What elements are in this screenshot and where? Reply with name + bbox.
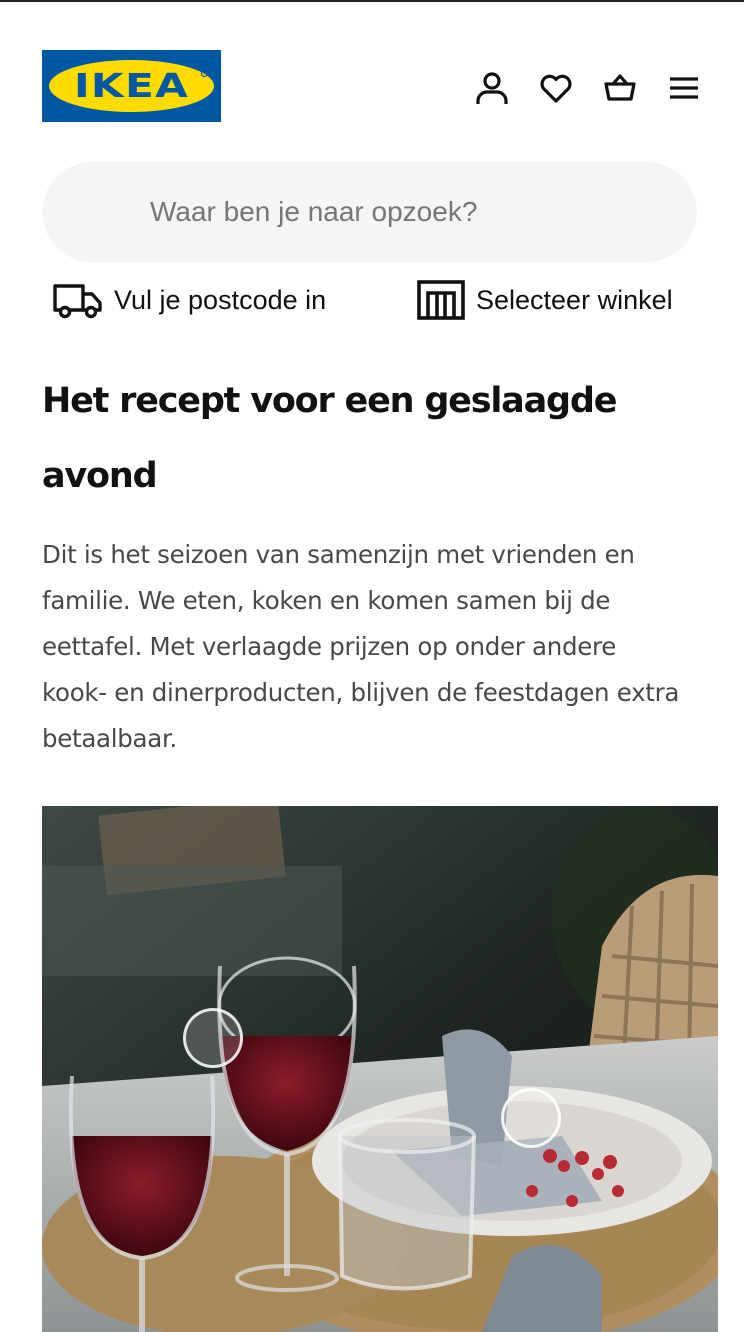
page-title: Het recept voor een geslaagde avond (42, 381, 617, 496)
logo-text: IKEA (73, 66, 190, 105)
header: IKEA (42, 50, 702, 122)
store-select-button[interactable]: Selecteer winkel (416, 276, 673, 324)
hero-image (42, 806, 718, 1332)
search-input[interactable] (42, 162, 697, 262)
menu-icon[interactable] (666, 70, 702, 106)
header-icons (474, 68, 702, 108)
product-hotspot-1[interactable] (183, 1008, 243, 1068)
basket-icon[interactable] (602, 70, 638, 106)
truck-icon (53, 284, 102, 319)
top-border (0, 0, 744, 2)
table-setting-illustration (42, 806, 718, 1332)
account-icon[interactable] (474, 70, 510, 106)
location-bar: Vul je postcode in Selecteer winkel (52, 276, 702, 324)
postcode-button[interactable]: Vul je postcode in (52, 276, 326, 324)
registered-mark-icon (201, 70, 208, 77)
store-label: Selecteer winkel (476, 284, 673, 315)
heart-icon[interactable] (538, 70, 574, 106)
store-icon (417, 280, 465, 320)
product-hotspot-2[interactable] (501, 1088, 561, 1148)
intro-text: Dit is het seizoen van samenzijn met vri… (42, 540, 680, 753)
search-bar (42, 162, 697, 262)
postcode-label: Vul je postcode in (114, 284, 327, 315)
ikea-logo[interactable]: IKEA (42, 50, 221, 122)
